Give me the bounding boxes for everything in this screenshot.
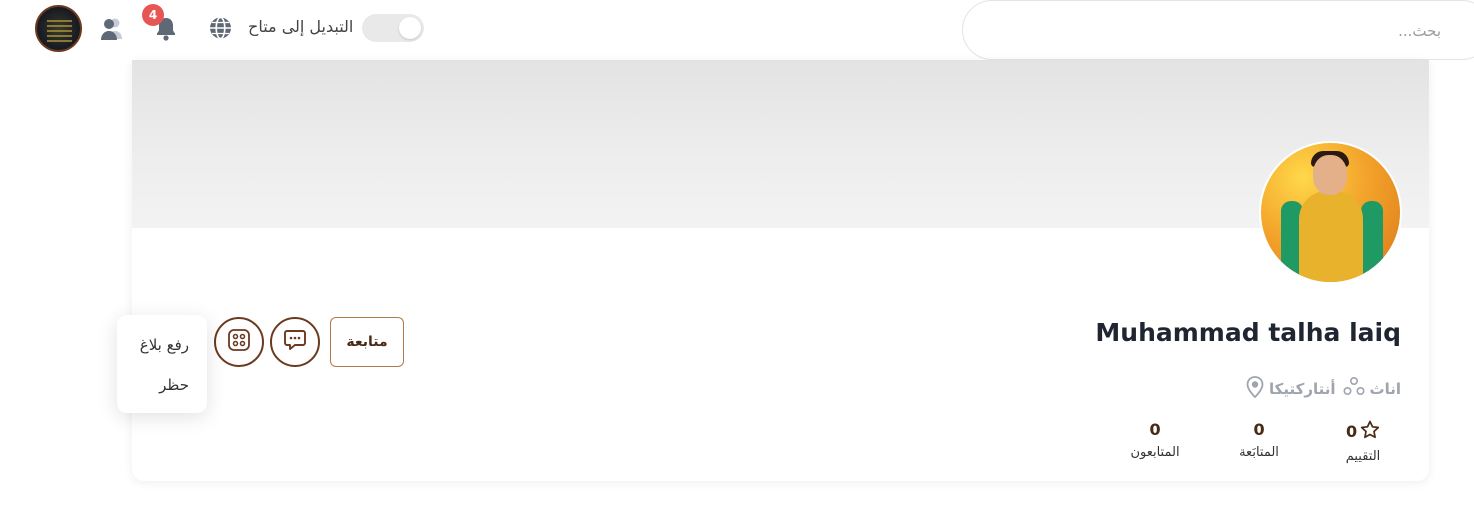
users-icon[interactable]	[99, 14, 125, 42]
stat-value: 0	[1149, 420, 1161, 439]
stat-followers[interactable]: 0 المتابعون	[1129, 420, 1181, 464]
gender-icon	[1342, 376, 1366, 402]
availability-toggle-label: التبديل إلى متاح	[248, 17, 354, 36]
user-avatar[interactable]	[35, 5, 82, 52]
location-text: أنتاركتيكا	[1269, 380, 1336, 398]
report-menu-item[interactable]: رفع بلاغ	[140, 336, 189, 354]
options-dropdown: رفع بلاغ حظر	[117, 315, 207, 413]
more-options-button[interactable]	[214, 317, 264, 367]
stat-following[interactable]: 0 المتابَعة	[1233, 420, 1285, 464]
globe-icon[interactable]	[207, 14, 234, 42]
stat-value: 0	[1345, 422, 1358, 441]
profile-picture	[1259, 141, 1402, 284]
follow-button[interactable]: متابعة	[330, 317, 404, 367]
stat-value: 0	[1253, 420, 1265, 439]
availability-toggle[interactable]	[362, 14, 424, 42]
profile-card: Muhammad talha laiq أنتاركتيكا اناث 0 ال…	[132, 60, 1429, 481]
gender-item: اناث	[1342, 376, 1401, 402]
toggle-knob	[399, 17, 421, 39]
stat-label: التقييم	[1345, 449, 1381, 464]
message-button[interactable]	[270, 317, 320, 367]
profile-meta: أنتاركتيكا اناث	[1245, 374, 1401, 404]
stat-label: المتابَعة	[1239, 445, 1279, 460]
search-input[interactable]	[1141, 19, 1441, 43]
top-bar: 4 التبديل إلى متاح	[0, 0, 1474, 60]
location-pin-icon	[1245, 375, 1265, 403]
star-icon	[1360, 420, 1380, 443]
options-icon	[226, 327, 252, 357]
notification-badge: 4	[142, 4, 164, 26]
gender-text: اناث	[1369, 380, 1401, 398]
search-bar	[962, 0, 1474, 60]
stat-label: المتابعون	[1130, 445, 1180, 460]
stat-rating[interactable]: 0 التقييم	[1337, 420, 1389, 464]
profile-name: Muhammad talha laiq	[1095, 318, 1401, 347]
location-item: أنتاركتيكا	[1245, 375, 1336, 403]
chat-icon	[282, 327, 308, 357]
block-menu-item[interactable]: حظر	[159, 376, 189, 394]
cover-image	[132, 60, 1429, 228]
profile-stats: 0 المتابعون 0 المتابَعة 0 التقييم	[1129, 420, 1389, 464]
